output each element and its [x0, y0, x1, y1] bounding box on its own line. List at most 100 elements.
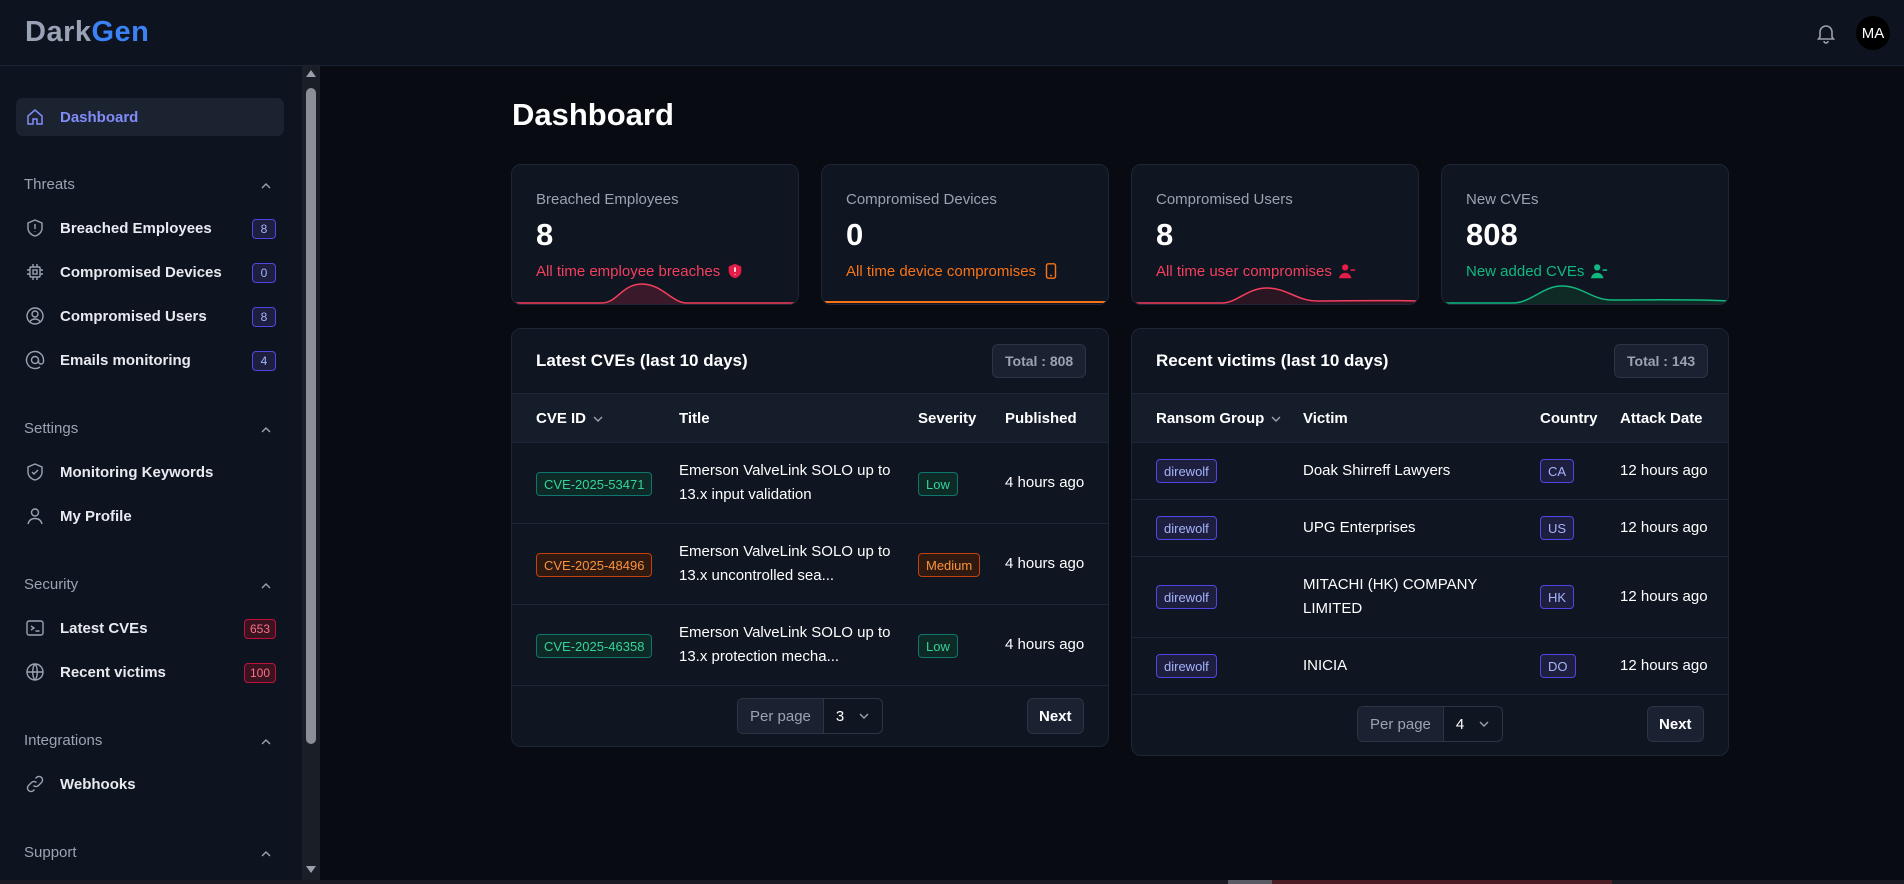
- chevron-down-icon: [859, 713, 869, 719]
- table-row[interactable]: direwolf INICIA DO 12 hours ago: [1132, 638, 1728, 695]
- chevron-up-icon[interactable]: [260, 424, 272, 436]
- column-header-severity[interactable]: Severity: [918, 410, 976, 427]
- scrollbar-thumb[interactable]: [1228, 880, 1272, 884]
- chevron-up-icon[interactable]: [260, 580, 272, 592]
- sidebar: Dashboard Threats Breached Employees 8 C…: [0, 66, 302, 884]
- section-settings[interactable]: Settings: [24, 420, 78, 437]
- table-row[interactable]: direwolf MITACHI (HK) COMPANY LIMITED HK …: [1132, 557, 1728, 638]
- stat-description-text: All time employee breaches: [536, 262, 721, 280]
- app-logo[interactable]: DarkGen: [25, 16, 149, 49]
- table-row[interactable]: direwolf UPG Enterprises US 12 hours ago: [1132, 500, 1728, 557]
- ransom-group-tag[interactable]: direwolf: [1156, 459, 1217, 483]
- section-integrations[interactable]: Integrations: [24, 732, 102, 749]
- top-bar: DarkGen MA: [0, 0, 1904, 66]
- bell-icon[interactable]: [1814, 21, 1838, 45]
- column-header-ransom-group[interactable]: Ransom Group: [1156, 410, 1282, 427]
- table-row[interactable]: CVE-2025-48496 Emerson ValveLink SOLO up…: [512, 524, 1108, 605]
- sidebar-item-breached-employees[interactable]: Breached Employees 8: [16, 209, 284, 247]
- next-page-button[interactable]: Next: [1027, 698, 1084, 734]
- globe-icon: [26, 663, 44, 681]
- cve-id-tag[interactable]: CVE-2025-48496: [536, 553, 653, 577]
- stat-card-breached-employees[interactable]: Breached Employees 8 All time employee b…: [511, 164, 799, 305]
- sidebar-item-label: Latest CVEs: [60, 619, 148, 637]
- per-page-value[interactable]: 3: [824, 708, 882, 725]
- table-row[interactable]: direwolf Doak Shirreff Lawyers CA 12 hou…: [1132, 443, 1728, 500]
- stat-label: New CVEs: [1466, 191, 1539, 208]
- next-page-button[interactable]: Next: [1647, 706, 1704, 742]
- chevron-up-icon[interactable]: [260, 180, 272, 192]
- sidebar-item-webhooks[interactable]: Webhooks: [16, 765, 284, 803]
- country-badge: CA: [1540, 459, 1575, 483]
- sidebar-item-compromised-users[interactable]: Compromised Users 8: [16, 297, 284, 335]
- per-page-value[interactable]: 4: [1444, 716, 1502, 733]
- stat-card-compromised-devices[interactable]: Compromised Devices 0 All time device co…: [821, 164, 1109, 305]
- ransom-group-tag[interactable]: direwolf: [1156, 516, 1217, 540]
- stat-card-compromised-users[interactable]: Compromised Users 8 All time user compro…: [1131, 164, 1419, 305]
- stat-label: Compromised Users: [1156, 191, 1293, 208]
- ransom-group-tag[interactable]: direwolf: [1156, 585, 1217, 609]
- severity-badge: Low: [918, 472, 958, 496]
- shield-alert-icon: [27, 219, 43, 237]
- column-header-country[interactable]: Country: [1540, 410, 1598, 427]
- per-page-select[interactable]: Per page 3: [737, 698, 884, 734]
- column-header-attack-date[interactable]: Attack Date: [1620, 410, 1703, 427]
- chevron-up-icon[interactable]: [260, 848, 272, 860]
- victim-name: UPG Enterprises: [1303, 519, 1416, 536]
- cve-id-tag[interactable]: CVE-2025-46358: [536, 634, 653, 658]
- panel-title: Recent victims (last 10 days): [1156, 351, 1389, 370]
- scrollbar-track-highlight: [1272, 880, 1612, 884]
- chevron-up-icon[interactable]: [260, 736, 272, 748]
- stat-description-text: New added CVEs: [1466, 262, 1585, 280]
- count-badge: 4: [252, 351, 276, 371]
- count-badge: 8: [252, 219, 276, 239]
- attack-date: 12 hours ago: [1620, 657, 1708, 674]
- column-header-title[interactable]: Title: [679, 410, 710, 427]
- stat-value: 0: [846, 217, 864, 252]
- column-header-published[interactable]: Published: [1005, 410, 1077, 427]
- column-header-victim[interactable]: Victim: [1303, 410, 1348, 427]
- sidebar-item-latest-cves[interactable]: Latest CVEs 653: [16, 609, 284, 647]
- shield-check-icon: [27, 463, 43, 481]
- scroll-down-arrow-icon[interactable]: [306, 866, 316, 873]
- latest-cves-panel: Latest CVEs (last 10 days) Total : 808 C…: [511, 328, 1109, 747]
- sidebar-item-label: Monitoring Keywords: [60, 463, 214, 481]
- per-page-select[interactable]: Per page 4: [1357, 706, 1504, 742]
- horizontal-scrollbar[interactable]: [0, 880, 1904, 884]
- count-badge: 8: [252, 307, 276, 327]
- stat-card-new-cves[interactable]: New CVEs 808 New added CVEs: [1441, 164, 1729, 305]
- sidebar-item-compromised-devices[interactable]: Compromised Devices 0: [16, 253, 284, 291]
- table-row[interactable]: CVE-2025-46358 Emerson ValveLink SOLO up…: [512, 605, 1108, 686]
- link-icon: [26, 775, 44, 793]
- avatar[interactable]: MA: [1856, 16, 1890, 50]
- shield-alert-icon: [728, 263, 742, 279]
- sidebar-item-emails-monitoring[interactable]: Emails monitoring 4: [16, 341, 284, 379]
- chip-icon: [27, 264, 43, 280]
- stat-description-text: All time device compromises: [846, 262, 1037, 280]
- sidebar-item-label: Compromised Users: [60, 307, 207, 325]
- sparkline: [1132, 287, 1418, 304]
- section-support[interactable]: Support: [24, 844, 77, 861]
- chevron-down-icon: [1479, 721, 1489, 727]
- stat-value: 8: [1156, 217, 1174, 252]
- per-page-label: Per page: [1358, 707, 1444, 741]
- sidebar-item-recent-victims[interactable]: Recent victims 100: [16, 653, 284, 691]
- sidebar-item-my-profile[interactable]: My Profile: [16, 497, 284, 535]
- ransom-group-tag[interactable]: direwolf: [1156, 654, 1217, 678]
- cve-id-tag[interactable]: CVE-2025-53471: [536, 472, 653, 496]
- sidebar-scrollbar[interactable]: [302, 66, 320, 884]
- scrollbar-thumb[interactable]: [306, 88, 316, 744]
- section-threats[interactable]: Threats: [24, 176, 75, 193]
- sparkline: [512, 283, 798, 304]
- scroll-up-arrow-icon[interactable]: [306, 70, 316, 77]
- count-badge: 100: [243, 663, 276, 683]
- section-security[interactable]: Security: [24, 576, 78, 593]
- table-row[interactable]: CVE-2025-53471 Emerson ValveLink SOLO up…: [512, 443, 1108, 524]
- count-badge: 653: [243, 619, 276, 639]
- column-header-cve-id[interactable]: CVE ID: [536, 410, 604, 427]
- sparkline: [1442, 285, 1728, 304]
- cve-title: Emerson ValveLink SOLO up to 13.x input v…: [679, 462, 891, 503]
- sidebar-item-monitoring-keywords[interactable]: Monitoring Keywords: [16, 453, 284, 491]
- sidebar-item-dashboard[interactable]: Dashboard: [16, 98, 284, 136]
- table-header: CVE ID Title Severity Published: [512, 393, 1108, 443]
- stat-description: All time employee breaches: [536, 262, 744, 280]
